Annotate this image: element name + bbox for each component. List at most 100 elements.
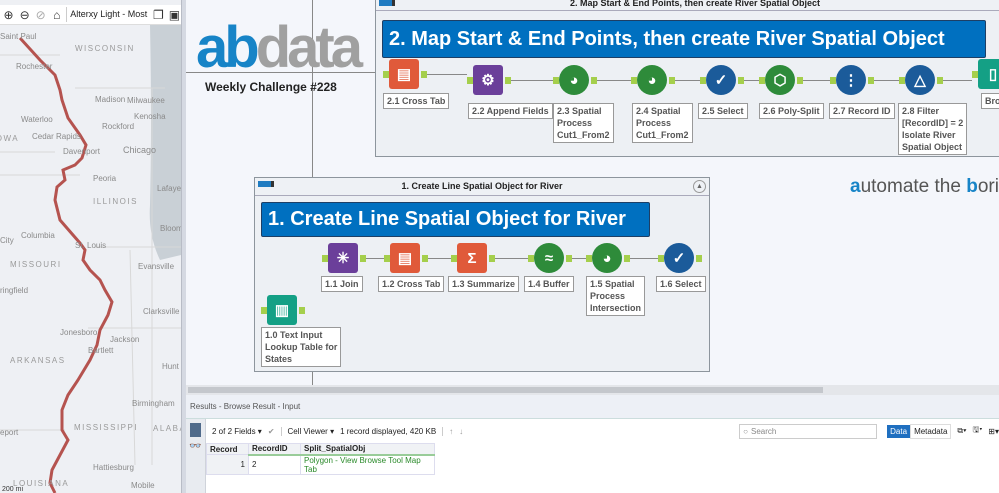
map-label: MISSISSIPPI	[74, 423, 139, 432]
metadata-tab[interactable]: Metadata	[910, 423, 952, 439]
check-icon[interactable]: ✔	[268, 427, 275, 436]
connection-wire	[744, 80, 759, 81]
connection-anchor[interactable]	[700, 77, 706, 84]
browse-icon[interactable]: ▯	[978, 59, 999, 89]
zoom-out-icon[interactable]: ⊖	[18, 8, 31, 22]
connection-anchor[interactable]	[384, 255, 390, 262]
search-input[interactable]: ○ Search	[739, 423, 878, 439]
select-icon[interactable]: ✓	[664, 243, 694, 273]
select-icon[interactable]: ✓	[706, 65, 736, 95]
zoom-in-icon[interactable]: ⊕	[2, 8, 15, 22]
spatial-process-icon[interactable]: ◕	[637, 65, 667, 95]
connection-anchor[interactable]	[591, 77, 597, 84]
connection-anchor[interactable]	[553, 77, 559, 84]
home-icon[interactable]: ⌂	[50, 8, 63, 22]
connection-anchor[interactable]	[631, 77, 637, 84]
binoculars-icon[interactable]: 👓	[189, 441, 202, 452]
copy-icon[interactable]: ❐	[152, 8, 165, 22]
poly-split-icon[interactable]: ⬡	[765, 65, 795, 95]
connection-anchor[interactable]	[566, 255, 572, 262]
spatial-process-icon[interactable]: ◕	[559, 65, 589, 95]
connection-anchor[interactable]	[586, 255, 592, 262]
text-input-icon[interactable]: ▥	[267, 295, 297, 325]
connection-wire	[495, 258, 528, 259]
cell-spatialobj[interactable]: Polygon - View Browse Tool Map Tab	[300, 454, 435, 475]
connection-anchor[interactable]	[489, 255, 495, 262]
results-title: Results - Browse Result - Input	[186, 395, 999, 419]
tool-label: 1.1 Join	[321, 276, 363, 292]
cross-tab-icon[interactable]: ▤	[389, 59, 419, 89]
cell-viewer-dropdown[interactable]: Cell Viewer ▾	[280, 426, 334, 436]
container-header[interactable]: 1. Create Line Spatial Object for River …	[255, 178, 709, 196]
connection-anchor[interactable]	[360, 255, 366, 262]
connection-anchor[interactable]	[624, 255, 630, 262]
map-label: City	[0, 236, 14, 245]
connection-anchor[interactable]	[759, 77, 765, 84]
connection-anchor[interactable]	[972, 71, 978, 78]
results-toolbar: 2 of 2 Fields ▾ ✔ Cell Viewer ▾ 1 record…	[206, 419, 999, 443]
map-label: ringfield	[0, 286, 29, 295]
tool-label: Bro	[981, 93, 999, 109]
connection-anchor[interactable]	[261, 307, 267, 314]
container-toggle-icon[interactable]	[258, 181, 274, 187]
data-tab[interactable]: Data	[887, 424, 911, 438]
connection-anchor[interactable]	[422, 255, 428, 262]
columns-icon[interactable]: ⊞▾	[988, 427, 999, 436]
connection-anchor[interactable]	[451, 255, 457, 262]
connection-anchor[interactable]	[528, 255, 534, 262]
basemap-select[interactable]: Alterxy Light - Most P▾	[66, 7, 149, 22]
record-summary: 1 record displayed, 420 KB	[340, 426, 437, 436]
tool-label: 2.1 Cross Tab	[383, 93, 450, 109]
connection-anchor[interactable]	[322, 255, 328, 262]
connection-anchor[interactable]	[738, 77, 744, 84]
append-fields-icon[interactable]: ⚙	[473, 65, 503, 95]
arrow-down-icon[interactable]: ↓	[459, 427, 463, 436]
container-header[interactable]: 2. Map Start & End Points, then create R…	[376, 0, 999, 11]
arrow-up-icon[interactable]: ↑	[442, 426, 453, 436]
challenge-subtitle: Weekly Challenge #228	[205, 80, 337, 94]
connection-anchor[interactable]	[797, 77, 803, 84]
connection-anchor[interactable]	[299, 307, 305, 314]
column-header[interactable]: RecordID	[248, 443, 301, 456]
filter-icon[interactable]: △	[905, 65, 935, 95]
connection-anchor[interactable]	[467, 77, 473, 84]
comment-banner: 2. Map Start & End Points, then create R…	[382, 20, 986, 58]
connection-anchor[interactable]	[696, 255, 702, 262]
zoom-selection-icon[interactable]: ⊘	[34, 8, 47, 22]
save-icon[interactable]: ▣	[168, 8, 181, 22]
record-id-icon[interactable]: ⋮	[836, 65, 866, 95]
join-icon[interactable]: ✳	[328, 243, 358, 273]
connection-anchor[interactable]	[899, 77, 905, 84]
summarize-icon[interactable]: Σ	[457, 243, 487, 273]
map-label: WISCONSIN	[75, 44, 135, 53]
connection-anchor[interactable]	[868, 77, 874, 84]
fields-dropdown[interactable]: 2 of 2 Fields ▾	[212, 427, 262, 436]
cell-recordid[interactable]: 2	[248, 454, 301, 475]
tool-label: 2.6 Poly-Split	[759, 103, 824, 119]
cross-tab-icon[interactable]: ▤	[390, 243, 420, 273]
map-label: Birmingham	[132, 399, 175, 408]
table-row[interactable]: 1 2 Polygon - View Browse Tool Map Tab	[206, 454, 435, 475]
connection-anchor[interactable]	[421, 71, 427, 78]
connection-anchor[interactable]	[937, 77, 943, 84]
column-header[interactable]: Record	[206, 443, 249, 455]
container-toggle-icon[interactable]	[379, 0, 395, 6]
save-icon[interactable]: 🖫▾	[973, 424, 983, 438]
spatial-process-icon[interactable]: ◕	[592, 243, 622, 273]
connection-anchor[interactable]	[658, 255, 664, 262]
copy-icon[interactable]: ⧉▾	[957, 426, 966, 436]
map-label: Lafayette	[157, 184, 181, 193]
connection-anchor[interactable]	[669, 77, 675, 84]
map-panel[interactable]: ⊕ ⊖ ⊘ ⌂ Alterxy Light - Most P▾ ❐ ▣ Sain…	[0, 0, 181, 493]
connection-anchor[interactable]	[830, 77, 836, 84]
connection-anchor[interactable]	[505, 77, 511, 84]
horizontal-scrollbar[interactable]	[186, 385, 999, 395]
comment-banner: 1. Create Line Spatial Object for River	[261, 202, 650, 237]
cell-record: 1	[206, 454, 249, 475]
buffer-icon[interactable]: ≈	[534, 243, 564, 273]
connection-anchor[interactable]	[383, 71, 389, 78]
table-view-icon[interactable]	[190, 423, 201, 437]
collapse-icon[interactable]: ▲	[693, 180, 706, 193]
column-header[interactable]: Split_SpatialObj	[300, 443, 435, 456]
workflow-canvas[interactable]: abdata Weekly Challenge #228 automate th…	[186, 0, 999, 395]
